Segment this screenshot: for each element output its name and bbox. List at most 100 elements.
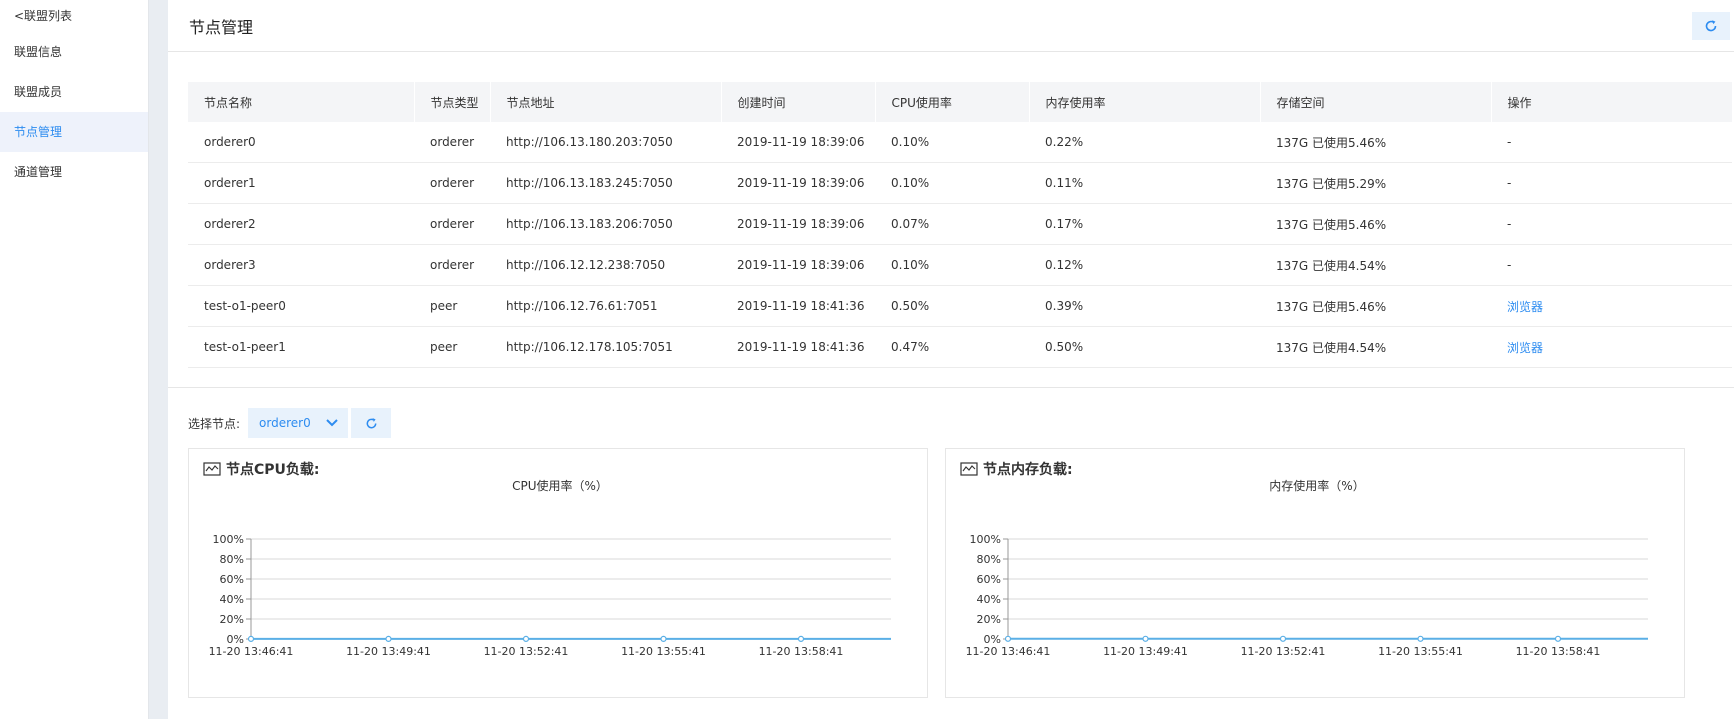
y-tick-label: 60% [977,573,1001,586]
node-address: http://106.12.76.61:7051 [490,285,721,327]
created-time: 2019-11-19 18:39:06 [721,244,875,286]
y-tick-label: 100% [970,533,1001,546]
node-type: orderer [414,203,490,245]
operation: - [1491,162,1732,204]
operation: 浏览器 [1491,285,1732,327]
memory-usage: 0.17% [1029,203,1260,245]
node-address: http://106.13.180.203:7050 [490,122,721,163]
storage: 137G 已使用5.29% [1260,162,1491,204]
storage: 137G 已使用5.46% [1260,285,1491,327]
operation: - [1491,244,1732,286]
x-tick-label: 11-20 13:52:41 [1241,645,1326,658]
x-tick-label: 11-20 13:46:41 [209,645,294,658]
page-title: 节点管理 [189,18,254,37]
chart-refresh-button[interactable] [351,408,392,438]
node-select[interactable]: orderer0 [248,408,349,438]
sidebar-item-alliance-info[interactable]: 联盟信息 [0,32,148,72]
refresh-button[interactable] [1692,12,1730,40]
created-time: 2019-11-19 18:41:36 [721,326,875,368]
data-point [385,635,392,642]
y-tick-label: 80% [977,553,1001,566]
memory-usage-chart: 内存使用率（%）0%20%40%60%80%100%11-20 13:46:41… [966,478,1648,658]
refresh-icon [366,417,376,428]
node-name: test-o1-peer0 [188,285,414,327]
browser-link[interactable]: 浏览器 [1507,341,1543,355]
created-time: 2019-11-19 18:39:06 [721,162,875,204]
cpu-panel-title-text: 节点CPU负载: [226,462,320,478]
memory-panel-title: 节点内存负载: [960,459,1073,479]
cpu-usage: 0.10% [875,244,1029,286]
node-name: orderer0 [188,122,414,163]
operation: 浏览器 [1491,326,1732,368]
x-tick-label: 11-20 13:55:41 [1378,645,1463,658]
table-row: orderer0 orderer http://106.13.180.203:7… [188,122,1732,163]
x-tick-label: 11-20 13:49:41 [1103,645,1188,658]
chart-title: 内存使用率（%） [1269,478,1364,493]
node-selector-row: 选择节点: orderer0 [188,408,392,438]
operation: - [1491,122,1732,163]
cpu-usage: 0.50% [875,285,1029,327]
x-tick-label: 11-20 13:58:41 [759,645,844,658]
select-node-label: 选择节点: [188,416,241,431]
storage: 137G 已使用4.54% [1260,326,1491,368]
node-type: peer [414,326,490,368]
data-point [1004,635,1012,642]
memory-usage: 0.12% [1029,244,1260,286]
node-name: test-o1-peer1 [188,326,414,368]
y-tick-label: 80% [220,553,244,566]
node-type: orderer [414,162,490,204]
node-type: orderer [414,244,490,286]
node-name: orderer1 [188,162,414,204]
table-row: test-o1-peer1 peer http://106.12.178.105… [188,326,1732,368]
data-point [1142,635,1149,642]
node-type: peer [414,285,490,327]
cpu-usage-chart: CPU使用率（%）0%20%40%60%80%100%11-20 13:46:4… [209,478,891,658]
cpu-panel-title: 节点CPU负载: [203,459,320,479]
column-header: 存储空间 [1259,82,1491,122]
column-header: 内存使用率 [1028,82,1260,122]
node-address: http://106.13.183.206:7050 [490,203,721,245]
created-time: 2019-11-19 18:41:36 [721,285,875,327]
monitor-chart-icon [203,461,221,476]
sidebar-item-alliance-members[interactable]: 联盟成员 [0,72,148,112]
back-to-alliance-list-link[interactable]: <联盟列表 [0,0,148,32]
data-point [1554,635,1562,642]
x-tick-label: 11-20 13:55:41 [621,645,706,658]
data-point [797,635,805,642]
sidebar: <联盟列表 联盟信息 联盟成员 节点管理 通道管理 [0,0,149,719]
table-row: orderer3 orderer http://106.12.12.238:70… [188,244,1732,286]
sidebar-item-channel-management[interactable]: 通道管理 [0,152,148,192]
cpu-load-panel: CPU使用率（%） 0% 20% 40% 60% 80% 100% 11-20 13:46:4… [188,448,928,698]
table-row: test-o1-peer0 peer http://106.12.76.61:7… [188,285,1732,327]
chevron-down-icon [326,419,338,427]
data-point [522,635,530,642]
memory-usage: 0.50% [1029,326,1260,368]
storage: 137G 已使用5.46% [1260,122,1491,163]
column-header: 节点地址 [489,82,721,122]
created-time: 2019-11-19 18:39:06 [721,122,875,163]
sidebar-item-node-management[interactable]: 节点管理 [0,112,148,152]
browser-link[interactable]: 浏览器 [1507,300,1543,314]
y-tick-label: 40% [977,593,1001,606]
node-address: http://106.12.12.238:7050 [490,244,721,286]
x-tick-label: 11-20 13:58:41 [1516,645,1601,658]
cpu-usage: 0.47% [875,326,1029,368]
data-point [1417,635,1424,642]
page-header: 节点管理 [168,0,1734,52]
table-header-row: 节点名称 节点类型 节点地址 创建时间 CPU使用率 内存使用率 存储空间 操作 [188,82,1732,122]
main-content: 节点管理 节点名称 节点类型 节点地址 创建时间 CPU使用率 内存使用率 存储… [168,0,1734,719]
data-point [1279,635,1287,642]
cpu-usage: 0.07% [875,203,1029,245]
storage: 137G 已使用5.46% [1260,203,1491,245]
node-name: orderer2 [188,203,414,245]
y-tick-label: 20% [220,613,244,626]
node-table: 节点名称 节点类型 节点地址 创建时间 CPU使用率 内存使用率 存储空间 操作… [188,82,1732,368]
memory-usage: 0.22% [1029,122,1260,163]
column-header: 节点类型 [413,82,490,122]
table-row: orderer1 orderer http://106.13.183.245:7… [188,162,1732,204]
node-address: http://106.13.183.245:7050 [490,162,721,204]
table-row: orderer2 orderer http://106.13.183.206:7… [188,203,1732,245]
chart-title: CPU使用率（%） [512,478,608,493]
cpu-usage: 0.10% [875,122,1029,163]
memory-panel-title-text: 节点内存负载: [983,462,1073,478]
